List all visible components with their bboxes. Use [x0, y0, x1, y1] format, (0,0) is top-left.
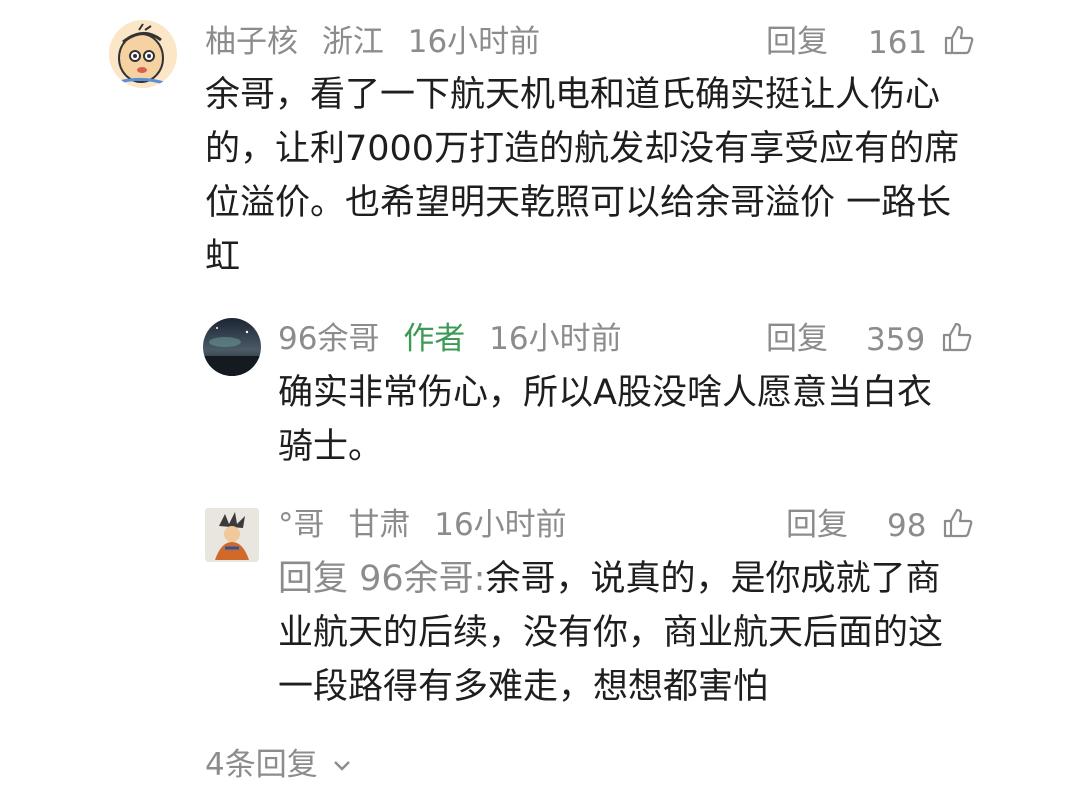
- comment-header: 柚子核 浙江 16小时前: [205, 24, 540, 60]
- like-button[interactable]: 359: [866, 321, 973, 361]
- reply-to-prefix[interactable]: 回复 96余哥:: [278, 559, 485, 599]
- like-count: 161: [868, 25, 928, 61]
- timestamp: 16小时前: [434, 507, 567, 543]
- character-avatar-icon: [205, 508, 259, 562]
- location: 浙江: [321, 24, 384, 60]
- more-replies-label: 4条回复: [205, 747, 318, 783]
- timestamp: 16小时前: [407, 24, 541, 60]
- username[interactable]: 柚子核: [205, 24, 298, 60]
- comment-line: 回复 96余哥:余哥，说真的，是你成就了商: [278, 559, 941, 599]
- chevron-down-icon: [332, 745, 352, 781]
- night-sky-avatar-icon: [203, 318, 261, 376]
- location: 甘肃: [348, 507, 411, 543]
- thumbs-up-icon: [941, 321, 973, 361]
- like-count: 98: [887, 508, 927, 544]
- comment-line: 位溢价。也希望明天乾照可以给余哥溢价 一路长: [205, 183, 952, 223]
- username[interactable]: °哥: [278, 507, 325, 543]
- comment-body: 回复 96余哥:余哥，说真的，是你成就了商 业航天的后续，没有你，商业航天后面的…: [278, 552, 978, 714]
- timestamp: 16小时前: [489, 321, 622, 357]
- comment-line: 确实非常伤心，所以A股没啥人愿意当白衣: [278, 373, 932, 413]
- comment-line: 骑士。: [278, 427, 384, 467]
- thumbs-up-icon: [943, 24, 975, 64]
- comment-line: 业航天的后续，没有你，商业航天后面的这: [278, 613, 944, 653]
- reply-button[interactable]: 回复: [766, 321, 828, 357]
- cartoon-face-icon: [109, 20, 177, 88]
- comment-line: 余哥，看了一下航天机电和道氏确实挺让人伤心: [205, 75, 941, 115]
- username[interactable]: 96余哥: [278, 321, 379, 357]
- like-button[interactable]: 161: [868, 24, 975, 64]
- comment-line: 的，让利7000万打造的航发却没有享受应有的席: [205, 129, 960, 169]
- comment-body: 确实非常伤心，所以A股没啥人愿意当白衣 骑士。: [278, 366, 978, 474]
- comment-header: °哥 甘肃 16小时前: [278, 507, 567, 543]
- avatar[interactable]: [109, 20, 177, 88]
- expand-replies-button[interactable]: 4条回复: [205, 745, 352, 783]
- reply-button[interactable]: 回复: [766, 24, 828, 60]
- thumbs-up-icon: [942, 507, 974, 547]
- reply-button[interactable]: 回复: [786, 507, 848, 543]
- like-button[interactable]: 98: [887, 507, 974, 547]
- avatar[interactable]: [203, 318, 261, 376]
- like-count: 359: [866, 322, 926, 358]
- comment-line: 一段路得有多难走，想想都害怕: [278, 667, 769, 707]
- comment-line: 虹: [205, 237, 241, 277]
- author-badge: 作者: [403, 321, 466, 357]
- comment-body: 余哥，看了一下航天机电和道氏确实挺让人伤心 的，让利7000万打造的航发却没有享…: [205, 68, 985, 284]
- comment-header: 96余哥 作者 16小时前: [278, 321, 622, 357]
- avatar[interactable]: [205, 508, 259, 562]
